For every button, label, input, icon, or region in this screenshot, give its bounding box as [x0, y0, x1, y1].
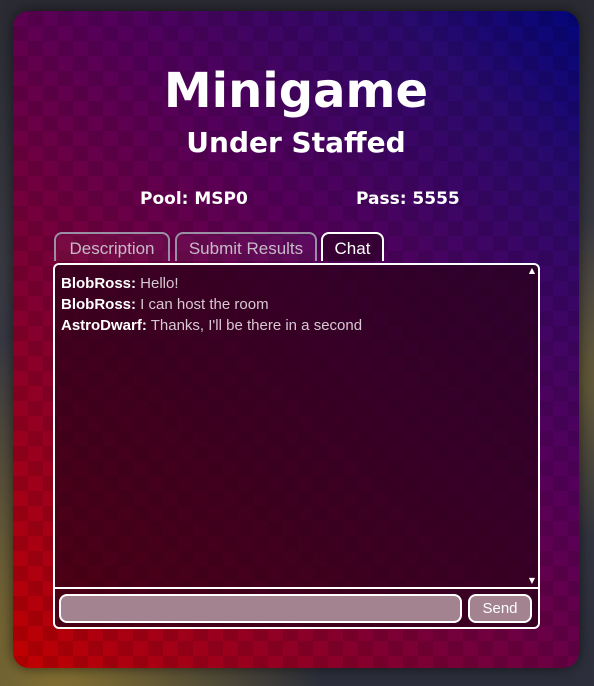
scroll-down-arrow-icon[interactable]: ▼: [529, 577, 535, 585]
chat-text: Hello!: [136, 275, 179, 292]
tab-description[interactable]: Description: [54, 232, 170, 261]
chat-message: BlobRoss: Hello!: [61, 273, 532, 294]
chat-box: BlobRoss: Hello! BlobRoss: I can host th…: [53, 263, 540, 629]
minigame-panel: Minigame Under Staffed Pool: MSP0 Pass: …: [13, 11, 579, 668]
chat-author: BlobRoss:: [61, 296, 136, 313]
scroll-up-arrow-icon[interactable]: ▲: [529, 267, 535, 275]
chat-message: BlobRoss: I can host the room: [61, 294, 532, 315]
chat-message: AstroDwarf: Thanks, I'll be there in a s…: [61, 315, 532, 336]
send-button[interactable]: Send: [468, 594, 532, 623]
page-subtitle: Under Staffed: [186, 126, 406, 159]
chat-text: I can host the room: [136, 296, 269, 313]
tab-chat[interactable]: Chat: [321, 232, 384, 261]
tab-submit-results[interactable]: Submit Results: [175, 232, 317, 261]
pass-label: Pass: 5555: [356, 189, 460, 209]
chat-text: Thanks, I'll be there in a second: [146, 317, 363, 334]
pool-label: Pool: MSP0: [140, 189, 248, 209]
page-title: Minigame: [163, 63, 429, 119]
chat-log[interactable]: BlobRoss: Hello! BlobRoss: I can host th…: [55, 265, 538, 589]
chat-author: BlobRoss:: [61, 275, 136, 292]
chat-author: AstroDwarf:: [61, 317, 147, 334]
chat-input[interactable]: [59, 594, 462, 623]
